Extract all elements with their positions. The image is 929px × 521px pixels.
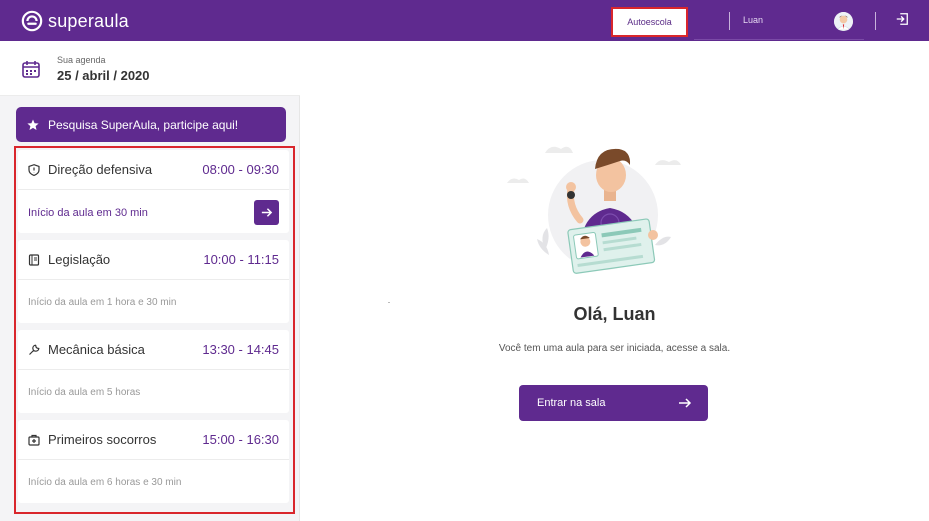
header-divider (729, 12, 730, 30)
book-icon (28, 253, 40, 266)
school-selector[interactable]: Autoescola (611, 7, 688, 37)
lesson-title: Direção defensiva (48, 162, 153, 177)
lesson-message: Você tem uma aula para ser iniciada, ace… (498, 343, 731, 354)
lesson-status: Início da aula em 30 min (28, 207, 148, 219)
star-icon (27, 119, 39, 130)
lesson-header: Legislação 10:00 - 11:15 (18, 240, 289, 280)
top-bar: superaula Autoescola Luan (0, 0, 929, 41)
agenda-label: Sua agenda (57, 55, 106, 65)
logout-icon[interactable] (895, 12, 909, 26)
lesson-card-direcao-defensiva[interactable]: Direção defensiva 08:00 - 09:30 Início d… (18, 150, 289, 233)
lesson-title: Legislação (48, 252, 111, 267)
lesson-header: Mecânica básica 13:30 - 14:45 (18, 330, 289, 370)
first-aid-icon (28, 434, 40, 446)
stray-dot (388, 302, 390, 303)
lesson-header: Primeiros socorros 15:00 - 16:30 (18, 420, 289, 460)
arrow-right-icon (261, 208, 273, 217)
lesson-title: Primeiros socorros (48, 432, 157, 447)
survey-label: Pesquisa SuperAula, participe aqui! (48, 117, 239, 132)
lesson-list: Direção defensiva 08:00 - 09:30 Início d… (14, 146, 295, 514)
lesson-time: 15:00 - 16:30 (202, 432, 279, 447)
lesson-time: 10:00 - 11:15 (203, 252, 279, 267)
lesson-time: 08:00 - 09:30 (202, 162, 279, 177)
brand-name: superaula (48, 10, 129, 31)
agenda-header: Sua agenda 25 / abril / 2020 (0, 41, 300, 96)
calendar-icon (22, 61, 40, 78)
lesson-status: Início da aula em 6 horas e 30 min (28, 477, 182, 488)
agenda-date: 25 / abril / 2020 (57, 68, 150, 83)
user-underline (694, 39, 864, 40)
start-lesson-button[interactable] (254, 200, 279, 225)
user-name[interactable]: Luan (743, 15, 763, 25)
lesson-status: Início da aula em 1 hora e 30 min (28, 297, 177, 308)
student-illustration (507, 146, 681, 274)
lesson-card-legislacao[interactable]: Legislação 10:00 - 11:15 Início da aula … (18, 240, 289, 323)
lesson-time: 13:30 - 14:45 (202, 342, 279, 357)
lesson-card-mecanica-basica[interactable]: Mecânica básica 13:30 - 14:45 Início da … (18, 330, 289, 413)
arrow-right-icon (679, 398, 692, 408)
lesson-title: Mecânica básica (48, 342, 145, 357)
superaula-logo-icon (21, 10, 43, 32)
greeting: Olá, Luan (573, 304, 656, 324)
enter-room-label: Entrar na sala (537, 397, 606, 409)
shield-icon (28, 163, 40, 176)
lesson-card-primeiros-socorros[interactable]: Primeiros socorros 15:00 - 16:30 Início … (18, 420, 289, 503)
survey-button[interactable]: Pesquisa SuperAula, participe aqui! (16, 107, 286, 142)
lesson-header: Direção defensiva 08:00 - 09:30 (18, 150, 289, 190)
header-divider (875, 12, 876, 30)
enter-room-button[interactable]: Entrar na sala (519, 385, 708, 421)
user-avatar-icon (834, 12, 853, 31)
avatar[interactable] (834, 12, 853, 31)
wrench-icon (29, 344, 40, 355)
lesson-status: Início da aula em 5 horas (28, 387, 141, 398)
brand-logo[interactable]: superaula (21, 9, 129, 33)
schedule-sidebar: Sua agenda 25 / abril / 2020 Pesquisa Su… (0, 41, 300, 521)
